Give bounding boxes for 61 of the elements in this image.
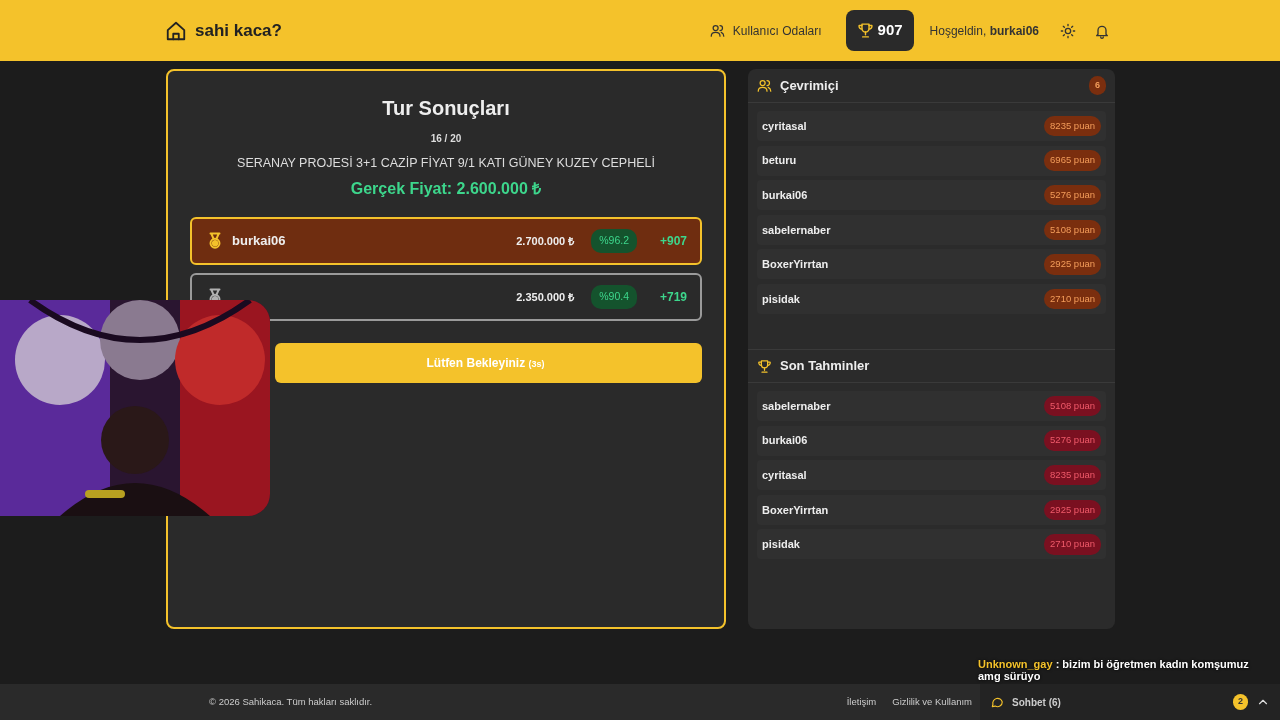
- user-name: sabelernaber: [762, 222, 831, 238]
- home-icon: [165, 19, 187, 42]
- users-icon: [757, 78, 772, 93]
- section-title: Çevrimiçi: [780, 76, 839, 95]
- online-count: 6: [1089, 75, 1106, 96]
- trophy-icon: [757, 358, 772, 374]
- chat-label: Sohbet (6): [1012, 695, 1061, 710]
- section-title: Son Tahminler: [780, 357, 870, 376]
- guess-amount: 2.350.000 ₺: [515, 289, 575, 305]
- user-name: BoxerYirrtan: [762, 502, 829, 518]
- unread-badge: 2: [1233, 694, 1248, 710]
- points-earned: +907: [658, 232, 687, 250]
- score-badge: 907: [845, 10, 914, 51]
- chat-overlay-message: Unknown_gay : bizim bi öğretmen kadın komşumuz amg sürüyo: [978, 657, 1250, 683]
- points-badge: 2925 puan: [1044, 254, 1101, 275]
- trophy-icon: [856, 22, 874, 39]
- points-earned: +719: [658, 288, 687, 306]
- user-name: pisidak: [762, 291, 800, 307]
- listing-title: SERANAY PROJESİ 3+1 CAZİP FİYAT 9/1 KATI GÜNEY KUZEY CEPHELİ: [236, 155, 656, 172]
- points-badge: 8235 puan: [1044, 115, 1101, 137]
- user-name: BoxerYirrtan: [762, 257, 829, 273]
- points-badge: 5108 puan: [1044, 219, 1101, 240]
- user-row[interactable]: sabelernaber 5108 puan: [757, 214, 1106, 245]
- user-row[interactable]: pisidak 2710 puan: [757, 283, 1106, 314]
- sun-icon: [1060, 23, 1076, 40]
- brand-link[interactable]: sahi kaca?: [165, 17, 282, 44]
- user-name: cyritasal: [762, 118, 807, 134]
- user-name: sabelernaber: [762, 398, 831, 414]
- round-counter: 16 / 20: [429, 132, 463, 146]
- user-row[interactable]: burkai06 5276 puan: [757, 180, 1106, 211]
- points-badge: 2710 puan: [1044, 288, 1101, 310]
- points-badge: 2710 puan: [1044, 534, 1101, 555]
- points-badge: 5276 puan: [1044, 430, 1101, 451]
- real-price: Gerçek Fiyat: 2.600.000 ₺: [349, 178, 543, 199]
- user-name: pisidak: [762, 537, 800, 553]
- accuracy-badge: %90.4: [591, 284, 637, 309]
- user-row[interactable]: BoxerYirrtan 2925 puan: [757, 249, 1106, 280]
- greeting-text: Hoşgeldin, burkai06: [929, 22, 1039, 40]
- accuracy-badge: %96.2: [591, 228, 637, 253]
- round-title: Tur Sonuçları: [381, 96, 511, 121]
- points-badge: 8235 puan: [1044, 465, 1101, 486]
- footer-link[interactable]: İletişim: [846, 694, 877, 710]
- chat-icon: [990, 695, 1004, 709]
- points-badge: 6965 puan: [1044, 150, 1101, 171]
- player-name: burkai06: [232, 232, 286, 250]
- user-row[interactable]: cyritasal 8235 puan: [757, 111, 1106, 141]
- user-name: burkai06: [762, 433, 808, 449]
- user-name: burkai06: [762, 187, 808, 203]
- guess-amount: 2.700.000 ₺: [515, 233, 575, 249]
- users-icon: [709, 23, 725, 38]
- footer-link[interactable]: Gizlilik ve Kullanım: [892, 694, 972, 710]
- points-badge: 5108 puan: [1044, 395, 1101, 417]
- user-name: cyritasal: [762, 467, 807, 483]
- points-badge: 5276 puan: [1044, 185, 1101, 206]
- chat-widget[interactable]: Sohbet (6) 2: [980, 684, 1280, 720]
- rooms-link[interactable]: Kullanıcı Odaları: [709, 21, 822, 40]
- points-badge: 2925 puan: [1044, 499, 1101, 520]
- copyright-text: © 2026 Sahikaca. Tüm hakları saklıdır.: [209, 694, 373, 709]
- user-name: beturu: [762, 153, 797, 169]
- bell-icon: [1094, 23, 1110, 40]
- user-row[interactable]: beturu 6965 puan: [757, 145, 1106, 176]
